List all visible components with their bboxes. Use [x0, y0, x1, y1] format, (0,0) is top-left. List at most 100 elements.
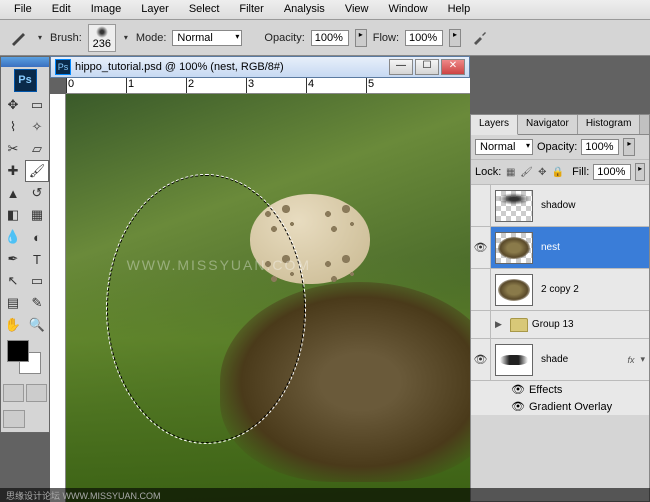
- visibility-toggle[interactable]: 👁: [471, 339, 491, 380]
- gradient-tool[interactable]: ▦: [25, 204, 49, 226]
- fx-gradient-overlay-row[interactable]: 👁 Gradient Overlay: [471, 398, 649, 415]
- close-button[interactable]: ✕: [441, 59, 465, 75]
- pen-tool[interactable]: ✒: [1, 248, 25, 270]
- lock-label: Lock:: [475, 166, 501, 178]
- layer-opacity-input[interactable]: 100%: [581, 139, 619, 155]
- menu-layer[interactable]: Layer: [131, 0, 179, 19]
- toolbox-head[interactable]: [1, 57, 49, 67]
- brush-size-value: 236: [93, 38, 111, 50]
- layer-fill-slider[interactable]: ▸: [635, 163, 645, 181]
- menu-view[interactable]: View: [335, 0, 379, 19]
- eye-icon[interactable]: 👁: [511, 400, 525, 413]
- type-tool[interactable]: T: [25, 248, 49, 270]
- menu-file[interactable]: File: [4, 0, 42, 19]
- layer-thumb[interactable]: [495, 344, 533, 376]
- visibility-toggle[interactable]: [471, 269, 491, 310]
- opacity-input[interactable]: 100%: [311, 30, 349, 46]
- menu-image[interactable]: Image: [81, 0, 132, 19]
- lock-all-icon[interactable]: 🔒: [552, 165, 564, 179]
- foreground-color[interactable]: [7, 340, 29, 362]
- marquee-tool[interactable]: ▭: [25, 94, 49, 116]
- standard-mode-icon[interactable]: [3, 384, 24, 402]
- brush-preset-picker[interactable]: 236: [88, 24, 116, 52]
- layer-opacity-slider[interactable]: ▸: [623, 138, 635, 156]
- eraser-tool[interactable]: ◧: [1, 204, 25, 226]
- layer-name[interactable]: nest: [537, 242, 649, 253]
- layer-nest[interactable]: 👁 nest: [471, 227, 649, 269]
- menu-help[interactable]: Help: [438, 0, 481, 19]
- tab-histogram[interactable]: Histogram: [578, 115, 641, 134]
- visibility-toggle[interactable]: [471, 185, 491, 226]
- lasso-tool[interactable]: ⌇: [1, 116, 25, 138]
- layer-shade[interactable]: 👁 shade fx ▾: [471, 339, 649, 381]
- tab-navigator[interactable]: Navigator: [518, 115, 578, 134]
- visibility-toggle[interactable]: [471, 311, 491, 338]
- brush-label: Brush:: [50, 32, 82, 44]
- layer-2copy2[interactable]: 2 copy 2: [471, 269, 649, 311]
- layer-shadow[interactable]: shadow: [471, 185, 649, 227]
- layer-name[interactable]: 2 copy 2: [537, 284, 649, 295]
- flow-input[interactable]: 100%: [405, 30, 443, 46]
- quickmask-mode-icon[interactable]: [26, 384, 47, 402]
- layer-list: shadow 👁 nest 2 copy 2 ▶ Group 13 👁 shad…: [471, 185, 649, 415]
- canvas[interactable]: WWW.MISSYUAN.COM: [66, 94, 470, 502]
- menu-filter[interactable]: Filter: [229, 0, 273, 19]
- zoom-tool[interactable]: 🔍: [25, 314, 49, 336]
- menu-edit[interactable]: Edit: [42, 0, 81, 19]
- history-brush-tool[interactable]: ↺: [25, 182, 49, 204]
- brush-tool-icon[interactable]: [6, 26, 30, 50]
- layer-name[interactable]: shadow: [537, 200, 649, 211]
- document-titlebar[interactable]: Ps hippo_tutorial.psd @ 100% (nest, RGB/…: [50, 56, 470, 78]
- fx-gradient-label: Gradient Overlay: [529, 401, 612, 413]
- path-tool[interactable]: ↖: [1, 270, 25, 292]
- layer-thumb[interactable]: [495, 190, 533, 222]
- layer-thumb[interactable]: [495, 274, 533, 306]
- brush-tool[interactable]: 🖌: [25, 160, 49, 182]
- color-swatches[interactable]: [1, 336, 49, 380]
- blend-mode-select[interactable]: Normal: [172, 30, 242, 46]
- blur-tool[interactable]: 💧: [1, 226, 25, 248]
- heal-tool[interactable]: ✚: [1, 160, 25, 182]
- lock-transparent-icon[interactable]: ▦: [505, 165, 516, 179]
- fx-effects-row[interactable]: 👁 Effects: [471, 381, 649, 398]
- notes-tool[interactable]: ▤: [1, 292, 25, 314]
- eye-icon[interactable]: 👁: [511, 383, 525, 396]
- layer-thumb[interactable]: [495, 232, 533, 264]
- menu-select[interactable]: Select: [179, 0, 230, 19]
- fx-badge[interactable]: fx: [627, 355, 636, 365]
- maximize-button[interactable]: ☐: [415, 59, 439, 75]
- layer-name[interactable]: Group 13: [528, 319, 649, 330]
- lock-position-icon[interactable]: ✥: [537, 165, 548, 179]
- crop-tool[interactable]: ✂: [1, 138, 25, 160]
- eyedropper-tool[interactable]: ✎: [25, 292, 49, 314]
- eye-icon: 👁: [474, 241, 488, 254]
- slice-tool[interactable]: ▱: [25, 138, 49, 160]
- layer-group13[interactable]: ▶ Group 13: [471, 311, 649, 339]
- move-tool[interactable]: ✥: [1, 94, 25, 116]
- tool-preset-arrow[interactable]: ▾: [36, 33, 44, 42]
- layer-fill-input[interactable]: 100%: [593, 164, 631, 180]
- flow-slider-btn[interactable]: ▸: [449, 29, 461, 47]
- screen-mode-icon[interactable]: [3, 410, 25, 428]
- menu-window[interactable]: Window: [378, 0, 437, 19]
- minimize-button[interactable]: —: [389, 59, 413, 75]
- airbrush-icon[interactable]: [467, 26, 491, 50]
- fx-expand-icon[interactable]: ▾: [636, 354, 649, 365]
- opacity-slider-btn[interactable]: ▸: [355, 29, 367, 47]
- fx-effects-label: Effects: [529, 384, 562, 396]
- brush-arrow[interactable]: ▾: [122, 33, 130, 42]
- hand-tool[interactable]: ✋: [1, 314, 25, 336]
- layer-name[interactable]: shade: [537, 354, 627, 365]
- group-expand-icon[interactable]: ▶: [491, 319, 506, 330]
- flow-label: Flow:: [373, 32, 399, 44]
- toolbox: Ps ✥ ▭ ⌇ ✧ ✂ ▱ ✚ 🖌 ▲ ↺ ◧ ▦ 💧 ◐ ✒ T ↖ ▭ ▤…: [0, 56, 50, 433]
- layer-blend-mode[interactable]: Normal: [475, 139, 533, 155]
- shape-tool[interactable]: ▭: [25, 270, 49, 292]
- dodge-tool[interactable]: ◐: [25, 226, 49, 248]
- tab-layers[interactable]: Layers: [471, 115, 518, 135]
- menu-analysis[interactable]: Analysis: [274, 0, 335, 19]
- lock-pixels-icon[interactable]: 🖌: [520, 165, 533, 179]
- visibility-toggle[interactable]: 👁: [471, 227, 491, 268]
- stamp-tool[interactable]: ▲: [1, 182, 25, 204]
- wand-tool[interactable]: ✧: [25, 116, 49, 138]
